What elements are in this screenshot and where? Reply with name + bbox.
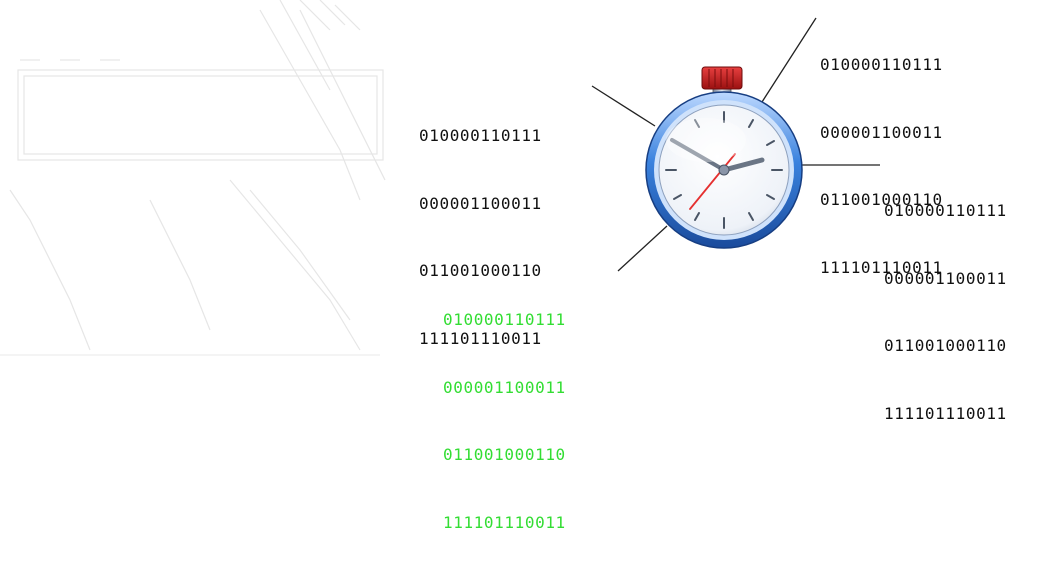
binary-line: 010000110111 [443, 310, 566, 329]
binary-line: 000001100011 [820, 122, 943, 142]
binary-line: 111101110011 [884, 403, 1007, 423]
connector-line-upper-left [591, 85, 656, 127]
binary-block-lower-left-highlighted: 010000110111 000001100011 011001000110 1… [443, 264, 566, 579]
binary-line: 011001000110 [443, 445, 566, 464]
binary-line: 000001100011 [884, 268, 1007, 288]
binary-block-right: 010000110111 000001100011 011001000110 1… [884, 155, 1007, 470]
clock-binary-diagram: 010000110111 000001100011 011001000110 1… [0, 0, 1060, 532]
binary-line: 010000110111 [884, 201, 1007, 220]
binary-line: 111101110011 [443, 512, 566, 532]
connector-line-lower-left [617, 225, 668, 272]
stopwatch-clock-icon [645, 66, 803, 249]
binary-line: 000001100011 [419, 193, 542, 213]
binary-line: 010000110111 [820, 55, 943, 74]
connector-line-top-right [761, 17, 817, 103]
binary-line: 011001000110 [884, 336, 1007, 355]
binary-line: 010000110111 [419, 126, 542, 145]
binary-line: 000001100011 [443, 377, 566, 397]
